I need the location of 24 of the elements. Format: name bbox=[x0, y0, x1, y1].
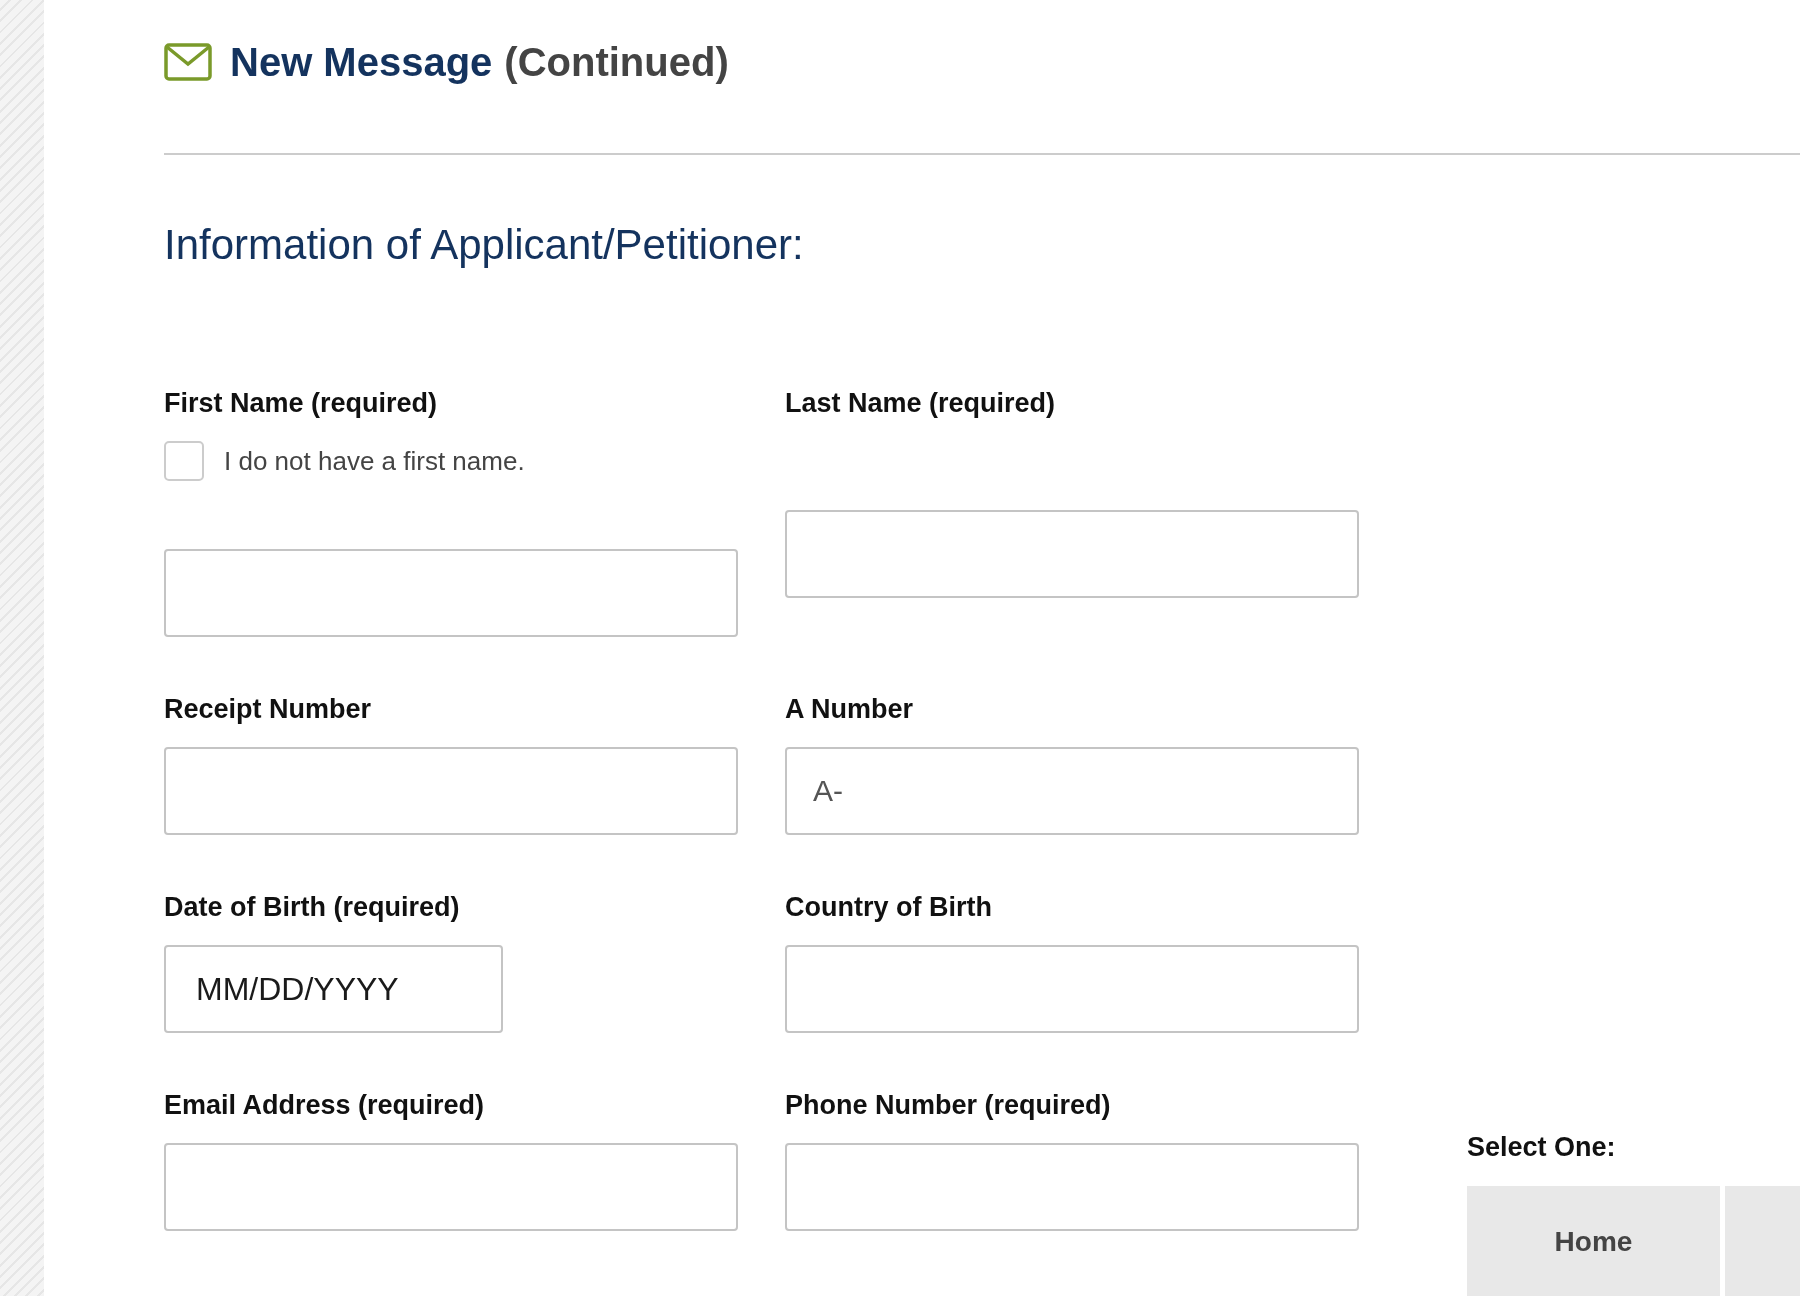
field-label: Country of Birth bbox=[785, 891, 992, 924]
input-field[interactable] bbox=[785, 945, 1359, 1033]
section-heading: Information of Applicant/Petitioner: bbox=[164, 220, 805, 270]
page-title: New Message bbox=[230, 39, 493, 85]
field-label: First Name (required) bbox=[164, 387, 438, 420]
field-label: Email Address (required) bbox=[164, 1089, 485, 1122]
select-label: Select One: bbox=[1467, 1131, 1617, 1164]
input-field[interactable] bbox=[785, 510, 1359, 598]
input-field[interactable]: MM/DD/YYYY bbox=[164, 945, 503, 1033]
input-field[interactable] bbox=[164, 549, 738, 637]
input-field[interactable]: A- bbox=[785, 747, 1359, 835]
field-label: Date of Birth (required) bbox=[164, 891, 460, 924]
field-label: Last Name (required) bbox=[785, 387, 1056, 420]
checkbox[interactable] bbox=[164, 441, 204, 481]
input-field[interactable] bbox=[164, 1143, 738, 1231]
option-button[interactable]: Home bbox=[1467, 1186, 1720, 1296]
input-field[interactable] bbox=[164, 747, 738, 835]
field-label: A Number bbox=[785, 693, 913, 726]
field-label: Phone Number (required) bbox=[785, 1089, 1111, 1122]
checkbox-label: I do not have a first name. bbox=[224, 445, 525, 477]
title-suffix: (Continued) bbox=[504, 39, 729, 85]
envelope-icon bbox=[164, 43, 212, 81]
field-label: Receipt Number bbox=[164, 693, 372, 726]
input-field[interactable] bbox=[785, 1143, 1359, 1231]
